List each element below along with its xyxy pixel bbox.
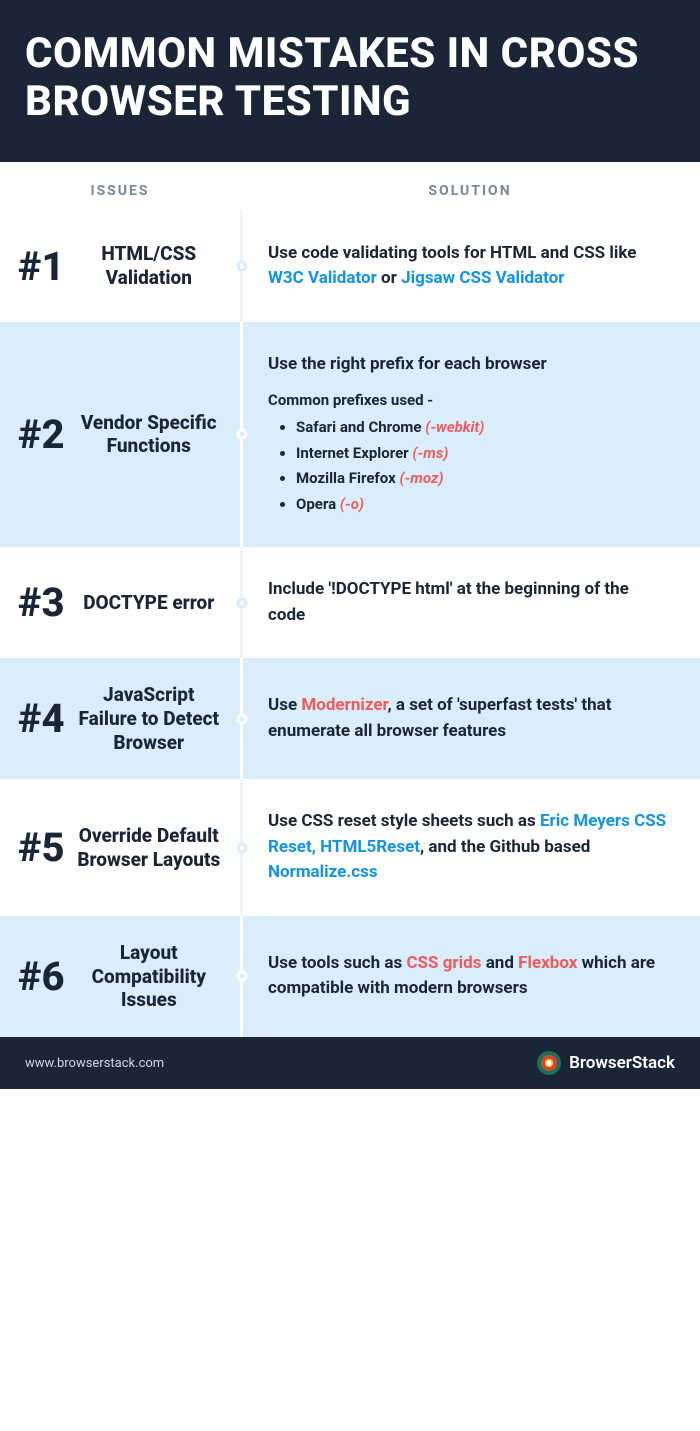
row-5: #5 Override Default Browser Layouts Use … <box>0 779 700 916</box>
link-modernizer[interactable]: Modernizer <box>301 695 387 715</box>
solution-text: Include '!DOCTYPE html' at the beginning… <box>268 577 670 628</box>
row-2: #2 Vendor Specific Functions Use the rig… <box>0 322 700 548</box>
timeline-dot <box>236 597 247 608</box>
solution-text: Use Modernizer, a set of 'superfast test… <box>268 693 670 744</box>
issue-title: Layout Compatibility Issues <box>73 941 225 1012</box>
text: Use tools such as <box>268 953 406 973</box>
link-css-grids[interactable]: CSS grids <box>406 953 481 973</box>
prefix-o: (-o) <box>340 495 364 513</box>
solution-text: Use code validating tools for HTML and C… <box>268 241 670 292</box>
list-item: Mozilla Firefox (-moz) <box>296 466 670 492</box>
divider <box>240 779 243 916</box>
row-6: #6 Layout Compatibility Issues Use tools… <box>0 916 700 1037</box>
prefix-webkit: (-webkit) <box>425 418 484 436</box>
issue-title: DOCTYPE error <box>73 591 225 615</box>
divider <box>240 211 243 322</box>
divider <box>240 322 243 548</box>
row-number: #4 <box>18 695 65 742</box>
text: Use <box>268 695 301 715</box>
row-4: #4 JavaScript Failure to Detect Browser … <box>0 658 700 779</box>
link-flexbox[interactable]: Flexbox <box>518 953 577 973</box>
solution-text: Use CSS reset style sheets such as Eric … <box>268 809 670 886</box>
timeline-dot <box>236 261 247 272</box>
row-number: #3 <box>18 579 65 626</box>
link-normalize[interactable]: Normalize.css <box>268 862 378 882</box>
link-w3c-validator[interactable]: W3C Validator <box>268 268 377 288</box>
divider <box>240 916 243 1037</box>
brand-name: BrowserStack <box>569 1053 675 1073</box>
list-item: Safari and Chrome (-webkit) <box>296 415 670 441</box>
solution-text: Use the right prefix for each browser <box>268 352 670 378</box>
prefixes-subhead: Common prefixes used - <box>268 391 670 409</box>
solution-header: SOLUTION <box>428 183 511 199</box>
row-number: #5 <box>18 824 65 871</box>
page-title: COMMON MISTAKES IN CROSS BROWSER TESTING <box>25 30 675 127</box>
prefix-moz: (-moz) <box>399 469 443 487</box>
timeline-dot <box>236 971 247 982</box>
row-1: #1 HTML/CSS Validation Use code validati… <box>0 211 700 322</box>
text: Opera <box>296 495 340 513</box>
site-url[interactable]: www.browserstack.com <box>25 1056 164 1071</box>
footer: www.browserstack.com BrowserStack <box>0 1037 700 1089</box>
issue-title: Override Default Browser Layouts <box>73 824 225 872</box>
timeline-dot <box>236 429 247 440</box>
text: and <box>481 953 518 973</box>
solution-text: Use tools such as CSS grids and Flexbox … <box>268 951 670 1002</box>
text: Mozilla Firefox <box>296 469 399 487</box>
issue-title: HTML/CSS Validation <box>73 242 225 290</box>
brand[interactable]: BrowserStack <box>537 1051 675 1075</box>
row-3: #3 DOCTYPE error Include '!DOCTYPE html'… <box>0 547 700 658</box>
issue-title: JavaScript Failure to Detect Browser <box>73 683 225 754</box>
row-number: #2 <box>18 411 65 458</box>
column-headers: ISSUES SOLUTION <box>0 162 700 211</box>
text: , and the Github based <box>420 837 590 857</box>
issue-title: Vendor Specific Functions <box>73 411 225 459</box>
prefix-ms: (-ms) <box>412 444 448 462</box>
prefix-list: Safari and Chrome (-webkit) Internet Exp… <box>268 415 670 517</box>
header: COMMON MISTAKES IN CROSS BROWSER TESTING <box>0 0 700 162</box>
browserstack-logo-icon <box>537 1051 561 1075</box>
text: or <box>377 268 401 288</box>
list-item: Opera (-o) <box>296 492 670 518</box>
link-jigsaw-validator[interactable]: Jigsaw CSS Validator <box>401 268 564 288</box>
issues-header: ISSUES <box>90 183 149 199</box>
text: Use CSS reset style sheets such as <box>268 811 540 831</box>
text: Internet Explorer <box>296 444 412 462</box>
timeline-dot <box>236 713 247 724</box>
row-number: #6 <box>18 953 65 1000</box>
row-number: #1 <box>18 243 65 290</box>
list-item: Internet Explorer (-ms) <box>296 441 670 467</box>
timeline-dot <box>236 842 247 853</box>
divider <box>240 547 243 658</box>
divider <box>240 658 243 779</box>
text: Safari and Chrome <box>296 418 425 436</box>
text: Use code validating tools for HTML and C… <box>268 243 636 263</box>
